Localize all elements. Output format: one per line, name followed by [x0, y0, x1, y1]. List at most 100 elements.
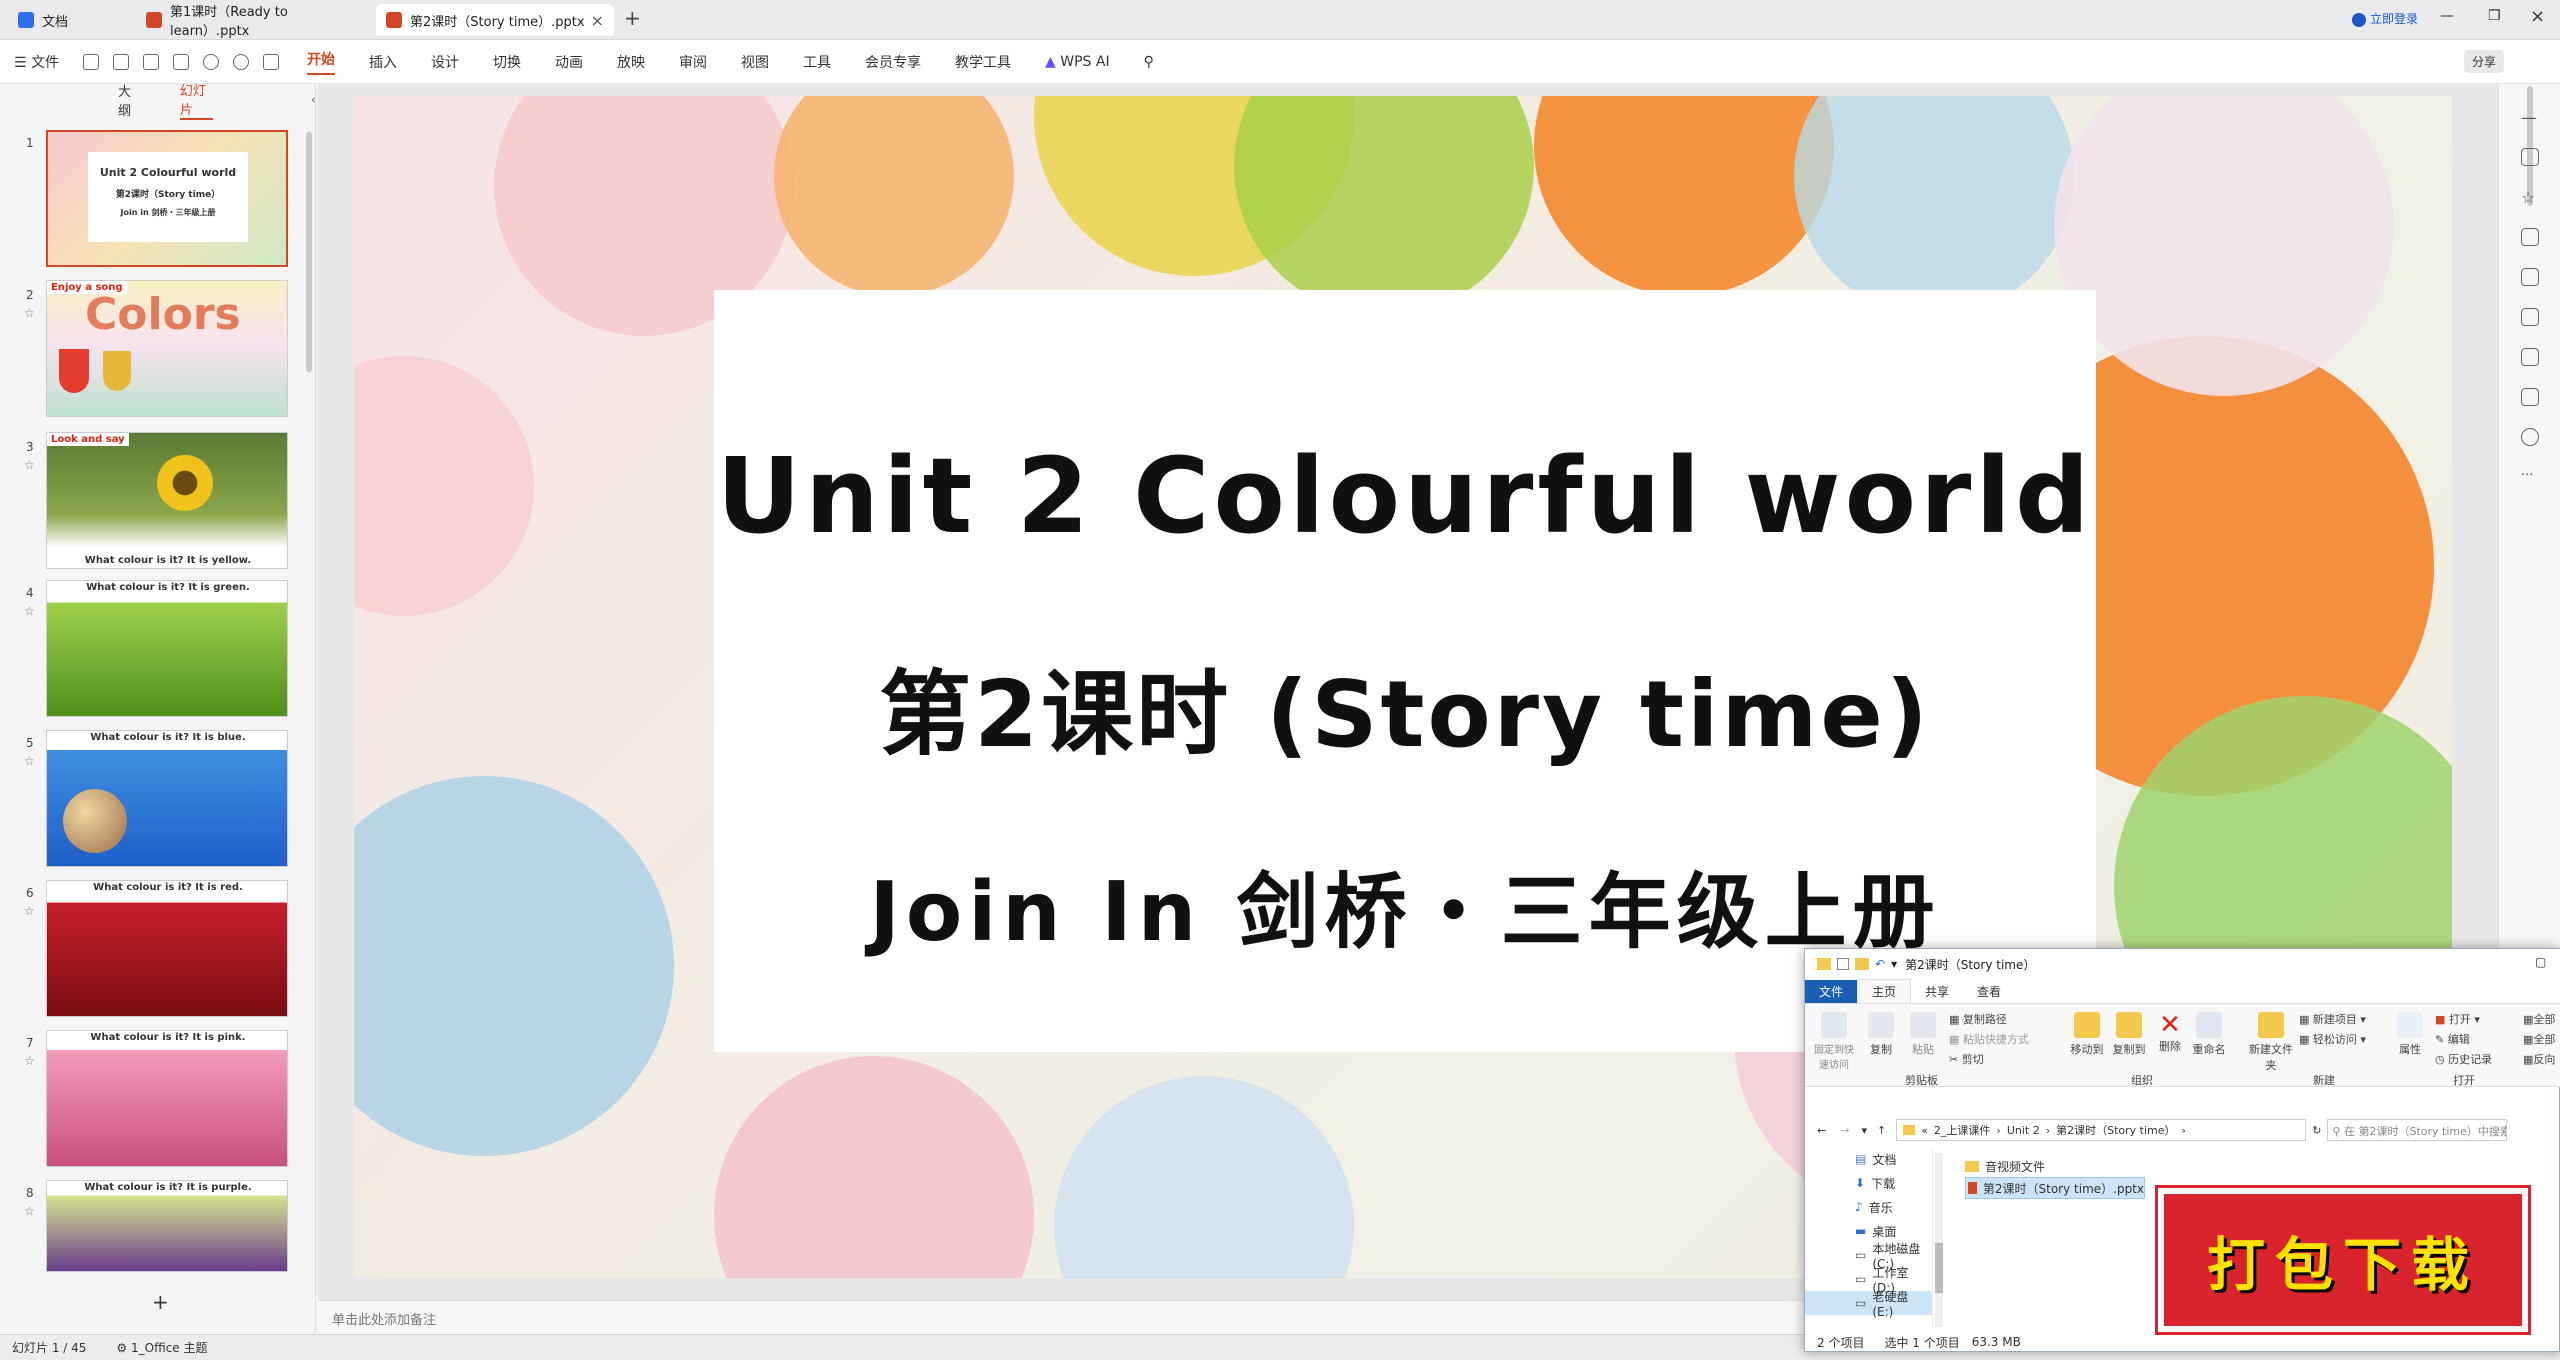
collapse-panel-icon[interactable]: ‹ [311, 93, 316, 108]
menu-review[interactable]: 审阅 [679, 52, 707, 72]
print-icon[interactable] [143, 53, 160, 70]
star-icon[interactable]: ☆ [2521, 188, 2539, 207]
paste-shortcut-button[interactable]: ▦ 粘贴快捷方式 [1949, 1030, 2029, 1050]
slide-thumbnail-6[interactable]: What colour is it? It is red. [46, 880, 288, 1017]
image-icon[interactable] [2521, 268, 2539, 286]
up-icon[interactable]: ↑ [1877, 1124, 1886, 1137]
copy-to-button[interactable]: 复制到 [2109, 1012, 2149, 1057]
list-item[interactable]: 音视频文件 [1965, 1155, 2365, 1177]
save-icon[interactable] [83, 53, 100, 70]
forward-icon[interactable]: → [1840, 1124, 1849, 1137]
undo-icon[interactable]: ↶ [1875, 957, 1885, 971]
maximize-button[interactable]: ▢ [2535, 955, 2546, 969]
format-painter-icon[interactable] [263, 53, 280, 70]
title-box[interactable]: Unit 2 Colourful world 第2课时 (Story time)… [714, 290, 2096, 1052]
invert-selection-button[interactable]: ▦反向 [2523, 1050, 2555, 1070]
back-icon[interactable]: ← [1817, 1124, 1826, 1137]
pin-quick-access-button[interactable]: 固定到快速访问 [1811, 1012, 1857, 1071]
star-icon[interactable]: ☆ [24, 754, 35, 768]
search-input[interactable]: ⚲ 在 第2课时（Story time）中搜索 [2327, 1119, 2508, 1141]
menu-transitions[interactable]: 切换 [493, 52, 521, 72]
slide-thumbnail-3[interactable]: Look and say What colour is it? It is ye… [46, 432, 288, 569]
menu-home[interactable]: 开始 [307, 49, 336, 75]
nav-item-documents[interactable]: ▤ 文档 [1805, 1147, 1932, 1171]
star-icon[interactable]: ☆ [24, 904, 35, 918]
tab-documents[interactable]: 文档 [8, 4, 128, 36]
undo-icon[interactable] [203, 53, 220, 70]
star-icon[interactable]: ☆ [24, 306, 35, 320]
close-window-button[interactable]: × [2530, 6, 2545, 27]
maximize-button[interactable]: ❐ [2488, 8, 2501, 24]
properties-icon[interactable] [1837, 958, 1849, 970]
nav-item-drive-e[interactable]: ▭ 老硬盘 (E:) [1805, 1290, 1932, 1319]
share-button[interactable]: 分享 [2464, 50, 2505, 73]
new-folder-button[interactable]: 新建文件夹 [2249, 1012, 2293, 1073]
paste-button[interactable]: 粘贴 [1905, 1012, 1941, 1057]
delete-button[interactable]: ✕ 删除 [2155, 1012, 2185, 1054]
export-icon[interactable] [113, 53, 130, 70]
select-none-button[interactable]: ▦全部 [2523, 1030, 2555, 1050]
quick-access-dropdown[interactable]: ▾ [1891, 957, 1897, 971]
list-item[interactable]: 第2课时（Story time）.pptx [1965, 1177, 2145, 1199]
nav-item-downloads[interactable]: ⬇ 下载 [1805, 1171, 1932, 1195]
tab-slides[interactable]: 幻灯片 [179, 80, 213, 120]
new-tab-button[interactable]: + [624, 6, 641, 30]
rename-button[interactable]: 重命名 [2189, 1012, 2229, 1057]
slide-thumbnail-2[interactable]: Enjoy a song Colors [46, 280, 288, 417]
history-button[interactable]: ◷ 历史记录 [2435, 1050, 2492, 1070]
copy-button[interactable]: 复制 [1863, 1012, 1899, 1057]
close-tab-icon[interactable]: × [591, 11, 604, 30]
animation-icon[interactable] [2521, 308, 2539, 326]
slide-subtitle[interactable]: 第2课时 (Story time) [714, 640, 2096, 773]
properties-button[interactable]: 属性 [2395, 1012, 2425, 1057]
open-button[interactable]: ■ 打开 ▾ [2435, 1010, 2492, 1030]
star-icon[interactable]: ☆ [24, 604, 35, 618]
star-icon[interactable]: ☆ [24, 1204, 35, 1218]
slide-thumbnail-8[interactable]: What colour is it? It is purple. [46, 1180, 288, 1272]
tab-lesson1[interactable]: 第1课时（Ready to learn）.pptx [136, 4, 372, 39]
slide-thumbnail-5[interactable]: What colour is it? It is blue. [46, 730, 288, 867]
slide-thumbnail-4[interactable]: What colour is it? It is green. [46, 580, 288, 717]
new-folder-icon[interactable] [1855, 958, 1869, 970]
ribbon-tab-share[interactable]: 共享 [1911, 980, 1963, 1003]
template-icon[interactable] [2521, 388, 2539, 406]
move-to-button[interactable]: 移动到 [2067, 1012, 2107, 1057]
file-menu[interactable]: ☰ 文件 [14, 52, 59, 72]
download-package-banner[interactable]: 打包下载 [2158, 1188, 2528, 1332]
redo-icon[interactable] [233, 53, 250, 70]
tools-icon[interactable] [2521, 148, 2539, 166]
collapse-icon[interactable]: — [2521, 108, 2539, 127]
slide-book-name[interactable]: Join In 剑桥・三年级上册 [714, 845, 2096, 964]
search-icon[interactable]: ⚲ [1144, 54, 1154, 70]
menu-design[interactable]: 设计 [431, 52, 459, 72]
ribbon-tab-home[interactable]: 主页 [1857, 979, 1912, 1003]
star-icon[interactable]: ☆ [24, 1054, 35, 1068]
menu-insert[interactable]: 插入 [369, 52, 397, 72]
cut-button[interactable]: ✂ 剪切 [1949, 1050, 2029, 1070]
menu-animations[interactable]: 动画 [555, 52, 583, 72]
nav-item-music[interactable]: ♪ 音乐 [1805, 1195, 1932, 1219]
menu-member[interactable]: 会员专享 [865, 52, 921, 72]
tab-lesson2[interactable]: 第2课时（Story time）.pptx × [376, 4, 614, 36]
slide-title[interactable]: Unit 2 Colourful world [714, 435, 2096, 557]
theme-name[interactable]: ⚙ 1_Office 主题 [116, 1339, 207, 1356]
help-icon[interactable] [2521, 428, 2539, 446]
new-item-button[interactable]: ▦ 新建项目 ▾ [2299, 1010, 2366, 1030]
minimize-button[interactable]: — [2440, 8, 2454, 24]
nav-scrollbar[interactable] [1935, 1153, 1943, 1327]
easy-access-button[interactable]: ▦ 轻松访问 ▾ [2299, 1030, 2366, 1050]
slide-thumbnail-1[interactable]: Unit 2 Colourful world 第2课时（Story time） … [46, 130, 288, 267]
menu-tools[interactable]: 工具 [803, 52, 831, 72]
refresh-icon[interactable]: ↻ [2312, 1124, 2321, 1137]
ribbon-tab-file[interactable]: 文件 [1805, 979, 1858, 1003]
slide-thumbnail-7[interactable]: What colour is it? It is pink. [46, 1030, 288, 1167]
menu-teaching-tools[interactable]: 教学工具 [955, 52, 1011, 72]
menu-view[interactable]: 视图 [741, 52, 769, 72]
login-link[interactable]: 立即登录 [2352, 10, 2418, 27]
address-bar[interactable]: « 2_上课课件 › Unit 2 › 第2课时（Story time） › [1896, 1119, 2307, 1141]
edit-button[interactable]: ✎ 编辑 [2435, 1030, 2492, 1050]
star-icon[interactable]: ☆ [24, 458, 35, 472]
ribbon-tab-view[interactable]: 查看 [1963, 980, 2015, 1003]
select-all-button[interactable]: ▦全部 [2523, 1010, 2555, 1030]
wps-ai-button[interactable]: ▲ WPS AI [1045, 54, 1110, 70]
